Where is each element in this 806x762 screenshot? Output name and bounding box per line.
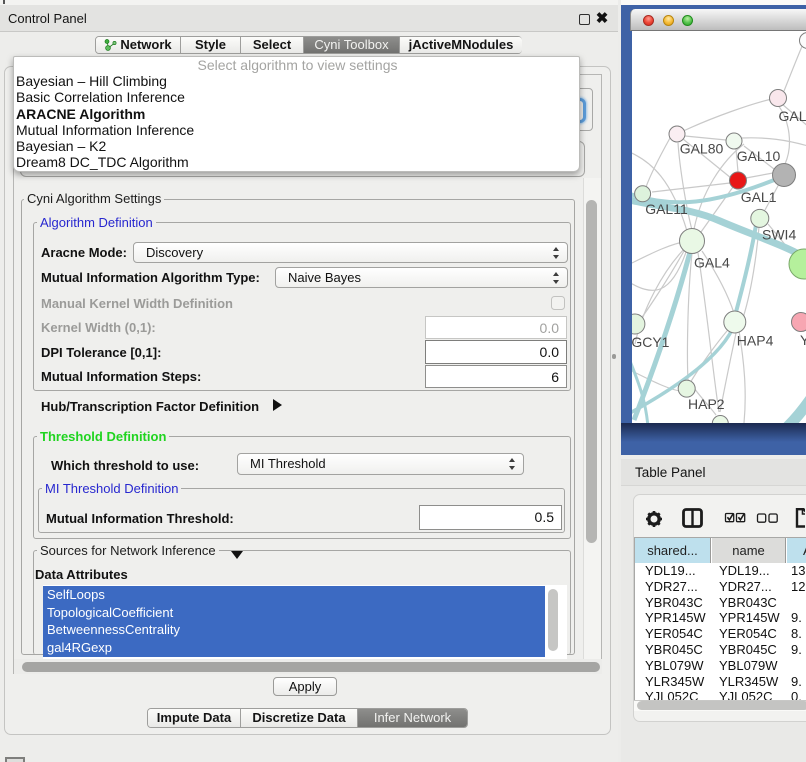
svg-text:HAP4: HAP4 xyxy=(737,333,774,349)
svg-text:HAP2: HAP2 xyxy=(688,396,725,412)
svg-text:GAL4: GAL4 xyxy=(694,255,730,271)
svg-text:GAL11: GAL11 xyxy=(645,201,688,217)
svg-text:GAL1: GAL1 xyxy=(741,189,777,205)
svg-text:GCY1: GCY1 xyxy=(632,334,670,350)
svg-text:GAL80: GAL80 xyxy=(680,141,724,157)
svg-text:SWI4: SWI4 xyxy=(762,227,796,243)
svg-text:GAL10: GAL10 xyxy=(737,148,781,164)
svg-text:GAL7: GAL7 xyxy=(779,108,806,124)
svg-text:YE: YE xyxy=(800,332,806,348)
